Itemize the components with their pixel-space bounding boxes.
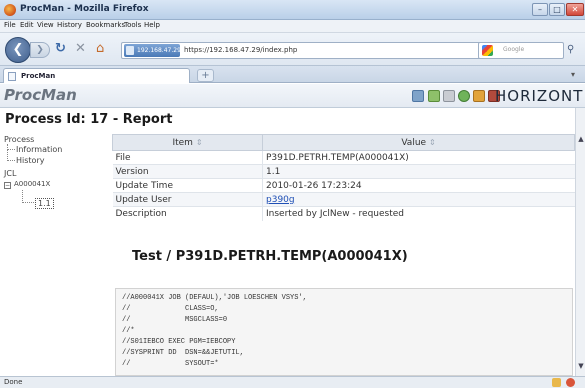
table-row: Update Time 2010-01-26 17:23:24 (112, 178, 575, 193)
report-table: Item ⇕ Value ⇕ File P391D.PETRH.TEMP(A00… (112, 134, 575, 221)
close-button[interactable]: ✕ (566, 3, 584, 16)
search-icon[interactable]: ⚲ (567, 44, 574, 55)
scroll-up-icon[interactable]: ▲ (577, 134, 585, 144)
tree-version-selected[interactable]: 1.1 (35, 198, 54, 209)
row-key: Update User (112, 192, 263, 207)
code-line: // MSGCLASS=0 (122, 316, 228, 324)
navigation-toolbar: ❮ ❯ ↻ ✕ ⌂ 192.168.47.29 https://192.168.… (0, 33, 585, 66)
home-page-icon[interactable] (473, 90, 485, 102)
tab-bar: ProcMan + ▾ (0, 66, 585, 83)
tab-list-icon[interactable]: ▾ (571, 70, 575, 79)
green-tool-icon[interactable] (428, 90, 440, 102)
search-placeholder: Google (503, 46, 525, 53)
menu-help[interactable]: Help (144, 21, 160, 29)
search-box[interactable]: Google (478, 42, 564, 59)
menu-edit[interactable]: Edit (20, 21, 34, 29)
row-value: 2010-01-26 17:23:24 (262, 178, 575, 193)
status-text: Done (4, 378, 23, 386)
url-text[interactable]: https://192.168.47.29/index.php (184, 46, 297, 54)
code-line: //A000041X JOB (DEFAUL),'JOB LOESCHEN VS… (122, 294, 307, 302)
tree-job-a000041x[interactable]: A000041X (14, 180, 50, 188)
page-title: Process Id: 17 - Report (5, 112, 173, 127)
code-line: //* (122, 327, 135, 335)
sort-icon[interactable]: ⇕ (196, 138, 203, 147)
tree-jcl[interactable]: JCL (4, 169, 16, 178)
code-line: //S01IEBCO EXEC PGM=IEBCOPY (122, 338, 236, 346)
horizont-logo: HORIZONT (495, 87, 584, 105)
code-line: //SYSPRINT DD DSN=&&JETUTIL, (122, 349, 244, 357)
tab-label: ProcMan (21, 72, 56, 80)
menu-bookmarks[interactable]: Bookmarks (86, 21, 125, 29)
site-identity-badge[interactable]: 192.168.47.29 (124, 44, 181, 57)
sort-icon[interactable]: ⇕ (429, 138, 436, 147)
column-header-value[interactable]: Value ⇕ (262, 134, 575, 151)
page-icon (8, 72, 16, 81)
window-title: ProcMan - Mozilla Firefox (20, 4, 149, 14)
window-titlebar: ProcMan - Mozilla Firefox – □ ✕ (0, 0, 585, 20)
maximize-button[interactable]: □ (549, 3, 565, 16)
row-key: File (112, 150, 263, 165)
menu-file[interactable]: File (4, 21, 16, 29)
update-user-link[interactable]: p390g (266, 195, 295, 205)
jcl-code-box: //A000041X JOB (DEFAUL),'JOB LOESCHEN VS… (115, 288, 573, 376)
row-value: Inserted by JclNew - requested (262, 206, 575, 221)
google-icon (482, 45, 493, 56)
minimize-button[interactable]: – (532, 3, 548, 16)
refresh-icon[interactable] (458, 90, 470, 102)
row-value: P391D.PETRH.TEMP(A000041X) (262, 150, 575, 165)
addon-icon[interactable] (566, 378, 575, 387)
app-header: ProcMan HORIZONT (0, 84, 585, 108)
menu-bar: File Edit View History Bookmarks Tools H… (0, 20, 585, 33)
new-tab-button[interactable]: + (197, 69, 214, 82)
code-line: // SYSOUT=* (122, 360, 219, 368)
tab-procman[interactable]: ProcMan (3, 68, 190, 83)
row-key: Update Time (112, 178, 263, 193)
home-icon[interactable]: ⌂ (96, 42, 104, 56)
table-row: Version 1.1 (112, 164, 575, 179)
row-value: p390g (262, 192, 575, 207)
table-row: File P391D.PETRH.TEMP(A000041X) (112, 150, 575, 165)
firefox-icon (4, 4, 16, 16)
column-label-item: Item (172, 137, 193, 148)
status-bar: Done (0, 376, 585, 388)
tree-connector (22, 190, 34, 203)
collapse-icon[interactable]: − (4, 182, 11, 189)
menu-history[interactable]: History (57, 21, 82, 29)
code-line: // CLASS=O, (122, 305, 219, 313)
row-key: Description (112, 206, 263, 221)
column-header-item[interactable]: Item ⇕ (112, 134, 263, 151)
tree-history[interactable]: History (16, 156, 44, 165)
display-icon[interactable] (412, 90, 424, 102)
table-row: Update User p390g (112, 192, 575, 207)
procman-logo: ProcMan (4, 86, 77, 104)
menu-view[interactable]: View (37, 21, 54, 29)
print-icon[interactable] (443, 90, 455, 102)
table-row: Description Inserted by JclNew - request… (112, 206, 575, 221)
row-key: Version (112, 164, 263, 179)
reload-icon[interactable]: ↻ (55, 42, 66, 56)
row-value: 1.1 (262, 164, 575, 179)
lock-icon[interactable] (552, 378, 561, 387)
jcl-code: //A000041X JOB (DEFAUL),'JOB LOESCHEN VS… (116, 289, 572, 374)
section-title: Test / P391D.PETRH.TEMP(A000041X) (132, 249, 408, 264)
forward-button[interactable]: ❯ (30, 42, 50, 58)
back-button[interactable]: ❮ (5, 37, 31, 63)
tree-connector (7, 149, 15, 161)
tree-information[interactable]: Information (16, 145, 62, 154)
menu-tools[interactable]: Tools (124, 21, 141, 29)
column-label-value: Value (401, 137, 427, 148)
tree-process[interactable]: Process (4, 135, 34, 144)
scroll-down-icon[interactable]: ▼ (577, 361, 585, 371)
page-scrollbar[interactable]: ▲ ▼ (575, 108, 585, 376)
stop-icon[interactable]: ✕ (75, 42, 86, 56)
